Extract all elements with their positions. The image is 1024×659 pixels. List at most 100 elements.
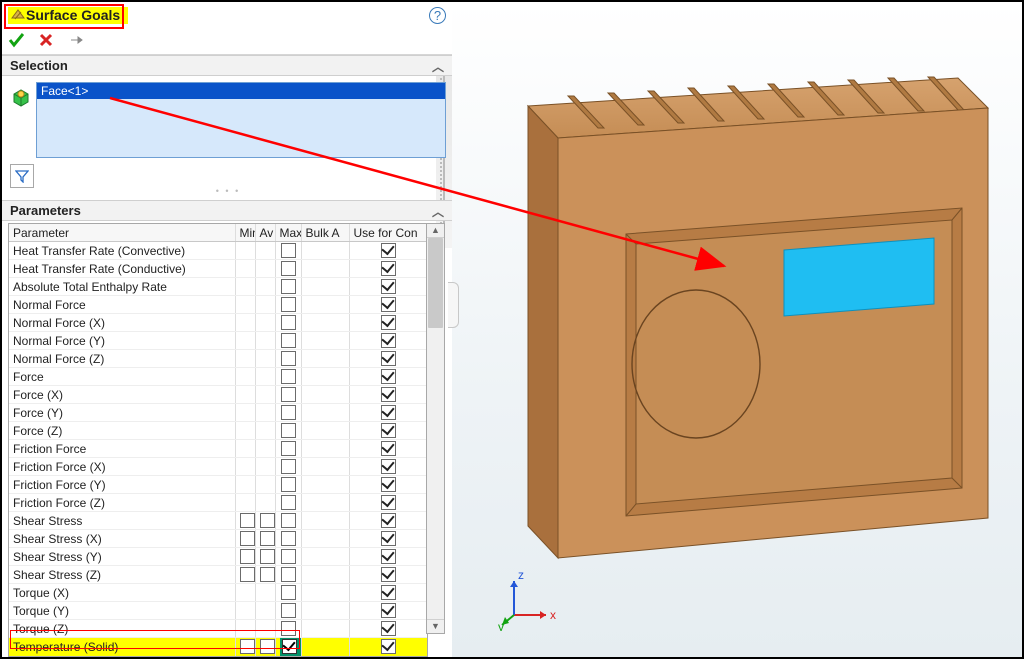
- checkbox-min[interactable]: [235, 476, 255, 494]
- resize-grip-icon[interactable]: • • •: [10, 186, 446, 196]
- checkbox-min[interactable]: [235, 296, 255, 314]
- checkbox-use[interactable]: [349, 476, 427, 494]
- checkbox-use[interactable]: [349, 494, 427, 512]
- checkbox-av[interactable]: [255, 404, 275, 422]
- checkbox-use[interactable]: [349, 602, 427, 620]
- checkbox-bulk[interactable]: [301, 566, 349, 584]
- checkbox-use[interactable]: [349, 548, 427, 566]
- vertical-scrollbar[interactable]: ▲ ▼: [426, 223, 445, 634]
- checkbox-max[interactable]: [275, 566, 301, 584]
- checkbox-min[interactable]: [235, 260, 255, 278]
- parameter-row[interactable]: Shear Stress (X): [9, 530, 427, 548]
- checkbox-use[interactable]: [349, 566, 427, 584]
- checkbox-max[interactable]: [275, 314, 301, 332]
- checkbox-av[interactable]: [255, 602, 275, 620]
- checkbox-max[interactable]: [275, 512, 301, 530]
- ok-button[interactable]: [8, 32, 24, 48]
- col-av[interactable]: Av: [255, 224, 275, 242]
- checkbox-max[interactable]: [275, 476, 301, 494]
- checkbox-use[interactable]: [349, 260, 427, 278]
- checkbox-bulk[interactable]: [301, 530, 349, 548]
- checkbox-use[interactable]: [349, 584, 427, 602]
- checkbox-bulk[interactable]: [301, 260, 349, 278]
- checkbox-bulk[interactable]: [301, 350, 349, 368]
- checkbox-bulk[interactable]: [301, 548, 349, 566]
- parameter-row[interactable]: Shear Stress (Y): [9, 548, 427, 566]
- checkbox-av[interactable]: [255, 278, 275, 296]
- checkbox-av[interactable]: [255, 584, 275, 602]
- checkbox-max[interactable]: [275, 657, 301, 658]
- checkbox-min[interactable]: [235, 242, 255, 260]
- parameters-grid[interactable]: Parameter Min Av Max Bulk A Use for Con …: [8, 223, 428, 657]
- checkbox-bulk[interactable]: [301, 602, 349, 620]
- checkbox-bulk[interactable]: [301, 458, 349, 476]
- selection-list[interactable]: Face<1>: [36, 82, 446, 158]
- checkbox-max[interactable]: [275, 548, 301, 566]
- checkbox-bulk[interactable]: [301, 657, 349, 658]
- checkbox-min[interactable]: [235, 350, 255, 368]
- checkbox-use[interactable]: [349, 350, 427, 368]
- checkbox-min[interactable]: [235, 494, 255, 512]
- checkbox-min[interactable]: [235, 458, 255, 476]
- checkbox-min[interactable]: [235, 530, 255, 548]
- parameter-row[interactable]: Shear Stress (Z): [9, 566, 427, 584]
- col-min[interactable]: Min: [235, 224, 255, 242]
- checkbox-av[interactable]: [255, 620, 275, 638]
- checkbox-max[interactable]: [275, 602, 301, 620]
- checkbox-min[interactable]: [235, 620, 255, 638]
- checkbox-max[interactable]: [275, 620, 301, 638]
- checkbox-min[interactable]: [235, 278, 255, 296]
- checkbox-av[interactable]: [255, 440, 275, 458]
- col-parameter[interactable]: Parameter: [9, 224, 235, 242]
- checkbox-av[interactable]: [255, 296, 275, 314]
- parameter-row[interactable]: Force (Y): [9, 404, 427, 422]
- checkbox-av[interactable]: [255, 332, 275, 350]
- checkbox-use[interactable]: [349, 638, 427, 657]
- scroll-up-icon[interactable]: ▲: [427, 224, 444, 238]
- checkbox-bulk[interactable]: [301, 422, 349, 440]
- checkbox-bulk[interactable]: [301, 476, 349, 494]
- checkbox-use[interactable]: [349, 296, 427, 314]
- checkbox-min[interactable]: [235, 422, 255, 440]
- parameter-row[interactable]: Friction Force (Y): [9, 476, 427, 494]
- parameters-section-header[interactable]: Parameters ︿: [2, 200, 452, 221]
- checkbox-max[interactable]: [275, 332, 301, 350]
- checkbox-use[interactable]: [349, 512, 427, 530]
- checkbox-use[interactable]: [349, 404, 427, 422]
- parameter-row[interactable]: Torque (X): [9, 584, 427, 602]
- checkbox-bulk[interactable]: [301, 404, 349, 422]
- checkbox-bulk[interactable]: [301, 242, 349, 260]
- checkbox-use[interactable]: [349, 242, 427, 260]
- selection-section-header[interactable]: Selection ︿: [2, 55, 452, 76]
- checkbox-max[interactable]: [275, 386, 301, 404]
- checkbox-bulk[interactable]: [301, 620, 349, 638]
- checkbox-av[interactable]: [255, 548, 275, 566]
- parameter-row[interactable]: Normal Force (Y): [9, 332, 427, 350]
- col-max[interactable]: Max: [275, 224, 301, 242]
- checkbox-min[interactable]: [235, 512, 255, 530]
- parameter-row[interactable]: Force (Z): [9, 422, 427, 440]
- checkbox-max[interactable]: [275, 350, 301, 368]
- checkbox-min[interactable]: [235, 404, 255, 422]
- checkbox-use[interactable]: [349, 657, 427, 658]
- checkbox-av[interactable]: [255, 638, 275, 657]
- scroll-down-icon[interactable]: ▼: [427, 619, 444, 633]
- checkbox-av[interactable]: [255, 566, 275, 584]
- checkbox-av[interactable]: [255, 350, 275, 368]
- checkbox-max[interactable]: [275, 368, 301, 386]
- col-use[interactable]: Use for Con: [349, 224, 427, 242]
- checkbox-av[interactable]: [255, 422, 275, 440]
- parameter-row[interactable]: Heat Transfer Rate (Convective): [9, 242, 427, 260]
- checkbox-use[interactable]: [349, 332, 427, 350]
- parameter-row[interactable]: Friction Force: [9, 440, 427, 458]
- checkbox-av[interactable]: [255, 368, 275, 386]
- checkbox-bulk[interactable]: [301, 494, 349, 512]
- checkbox-bulk[interactable]: [301, 314, 349, 332]
- checkbox-av[interactable]: [255, 314, 275, 332]
- checkbox-use[interactable]: [349, 458, 427, 476]
- checkbox-max[interactable]: [275, 440, 301, 458]
- selected-face[interactable]: [784, 238, 934, 316]
- checkbox-av[interactable]: [255, 458, 275, 476]
- parameter-row[interactable]: Force (X): [9, 386, 427, 404]
- checkbox-max[interactable]: [275, 260, 301, 278]
